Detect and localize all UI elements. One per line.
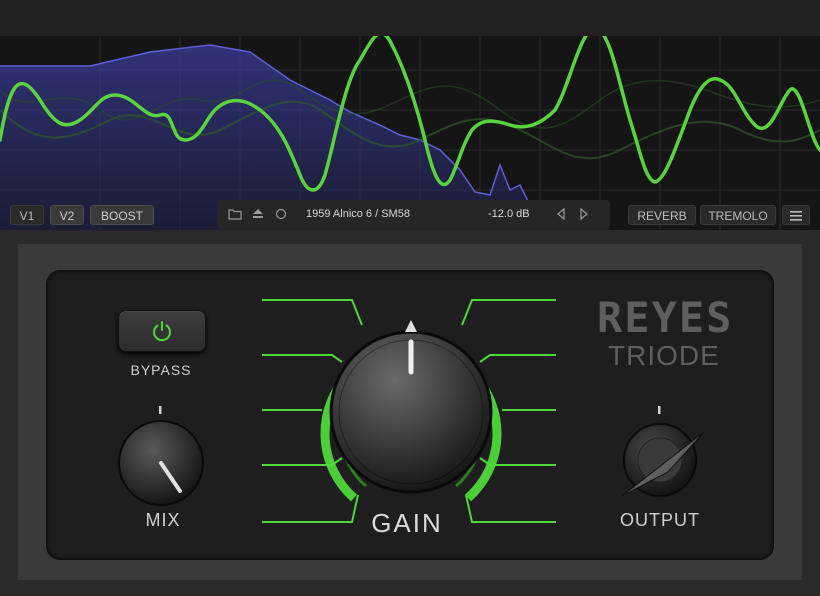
bypass-label: BYPASS [130,362,192,378]
tremolo-button[interactable]: TREMOLO [700,205,776,225]
preset-name[interactable]: 1959 Alnico 6 / SM58 [306,208,410,220]
reverb-button[interactable]: REVERB [628,205,696,225]
mix-label: MIX [145,510,181,530]
preset-bar: 1959 Alnico 6 / SM58 -12.0 dB [218,200,610,230]
logo-line1: REYES [597,293,734,342]
save-icon[interactable] [252,208,264,223]
menu-button[interactable] [782,205,810,225]
power-icon [153,321,171,342]
gain-label: GAIN [371,508,443,538]
prev-arrow-icon[interactable] [556,207,566,223]
gain-knob[interactable] [262,290,562,530]
logo-line2: TRIODE [608,340,720,371]
folder-icon[interactable] [228,208,242,223]
preset-level: -12.0 dB [488,208,530,220]
bypass-button[interactable] [118,310,206,352]
top-strip [0,0,820,36]
v1-button[interactable]: V1 [10,205,44,225]
next-arrow-icon[interactable] [579,207,589,223]
circle-icon[interactable] [275,208,287,223]
menu-icon [790,211,802,221]
boost-button[interactable]: BOOST [90,205,154,225]
output-knob[interactable] [600,400,724,520]
output-label: OUTPUT [620,510,700,530]
v2-button[interactable]: V2 [50,205,84,225]
